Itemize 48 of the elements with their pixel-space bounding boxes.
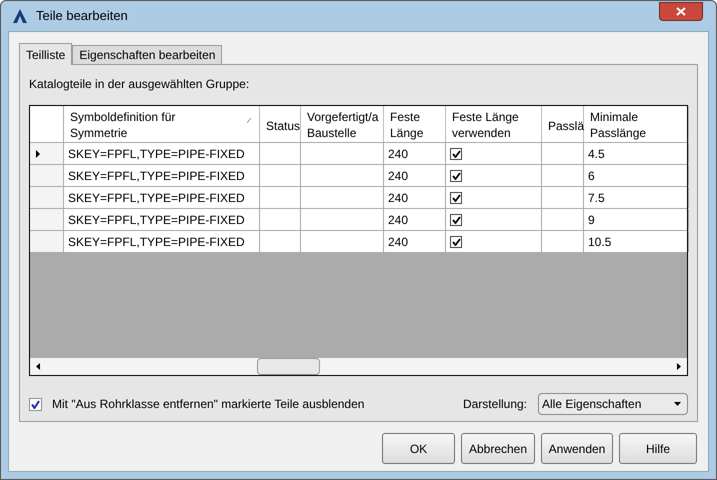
dialog-button[interactable]: Anwenden bbox=[541, 433, 613, 464]
dropdown-arrow-icon bbox=[674, 402, 681, 406]
table-cell-text: 6 bbox=[588, 168, 595, 184]
checkbox[interactable] bbox=[450, 214, 462, 226]
table-cell-text: 9 bbox=[588, 212, 595, 228]
scrollbar-thumb[interactable] bbox=[257, 358, 320, 375]
display-dropdown[interactable]: Alle Eigenschaften bbox=[538, 393, 688, 415]
table-cell-text: 240 bbox=[388, 234, 408, 250]
column-header[interactable]: Vorgefertigt/a Baustelle bbox=[301, 106, 384, 142]
column-header[interactable]: Feste Länge verwenden bbox=[446, 106, 542, 142]
horizontal-scrollbar[interactable] bbox=[30, 358, 687, 375]
table-cell-text: SKEY=FPFL,TYPE=PIPE-FIXED bbox=[68, 190, 245, 206]
checkbox[interactable] bbox=[450, 192, 462, 204]
table-cell-text: SKEY=FPFL,TYPE=PIPE-FIXED bbox=[68, 146, 245, 162]
checkbox[interactable] bbox=[29, 398, 42, 410]
table-cell-text: 7.5 bbox=[588, 190, 605, 206]
current-row-icon bbox=[36, 150, 40, 158]
close-button[interactable] bbox=[659, 2, 703, 21]
checkbox[interactable] bbox=[450, 170, 462, 182]
column-header[interactable]: Symboldefinition für Symmetrie bbox=[64, 106, 260, 142]
column-header[interactable]: Minimale Passlänge bbox=[584, 106, 689, 142]
window-title: Teile bearbeiten bbox=[36, 7, 128, 26]
table-cell-text: 240 bbox=[388, 168, 408, 184]
table-cell-text: SKEY=FPFL,TYPE=PIPE-FIXED bbox=[68, 212, 245, 228]
checkbox-label: Mit "Aus Rohrklasse entfernen" markierte Teile ausblenden bbox=[52, 396, 364, 413]
app-logo-icon bbox=[12, 8, 28, 24]
display-label: Darstellung: bbox=[462, 396, 527, 413]
column-header[interactable]: Feste Länge bbox=[384, 106, 446, 142]
column-header[interactable]: Passlä bbox=[542, 106, 584, 142]
table-cell-text: SKEY=FPFL,TYPE=PIPE-FIXED bbox=[68, 168, 245, 184]
caption-text: Katalogteile in der ausgewählten Gruppe: bbox=[29, 76, 250, 91]
tab[interactable]: Teilliste bbox=[19, 43, 72, 65]
checkbox[interactable] bbox=[450, 236, 462, 248]
table-cell-text: 240 bbox=[388, 190, 408, 206]
tab[interactable]: Eigenschaften bearbeiten bbox=[72, 45, 222, 64]
table-cell-text: SKEY=FPFL,TYPE=PIPE-FIXED bbox=[68, 234, 245, 250]
checkbox[interactable] bbox=[450, 148, 462, 160]
close-icon bbox=[676, 7, 686, 16]
dialog-button[interactable]: Abbrechen bbox=[461, 433, 535, 464]
dialog-button[interactable]: Hilfe bbox=[619, 433, 697, 464]
row-header[interactable] bbox=[30, 143, 64, 164]
sort-icon bbox=[247, 118, 251, 123]
table-cell-text: 10.5 bbox=[588, 234, 612, 250]
table-cell-text: 240 bbox=[388, 212, 408, 228]
column-header[interactable]: Status bbox=[260, 106, 301, 142]
table-cell-text: 240 bbox=[388, 146, 408, 162]
dialog-button[interactable]: OK bbox=[382, 433, 455, 464]
table-cell-text: 4.5 bbox=[588, 146, 605, 162]
